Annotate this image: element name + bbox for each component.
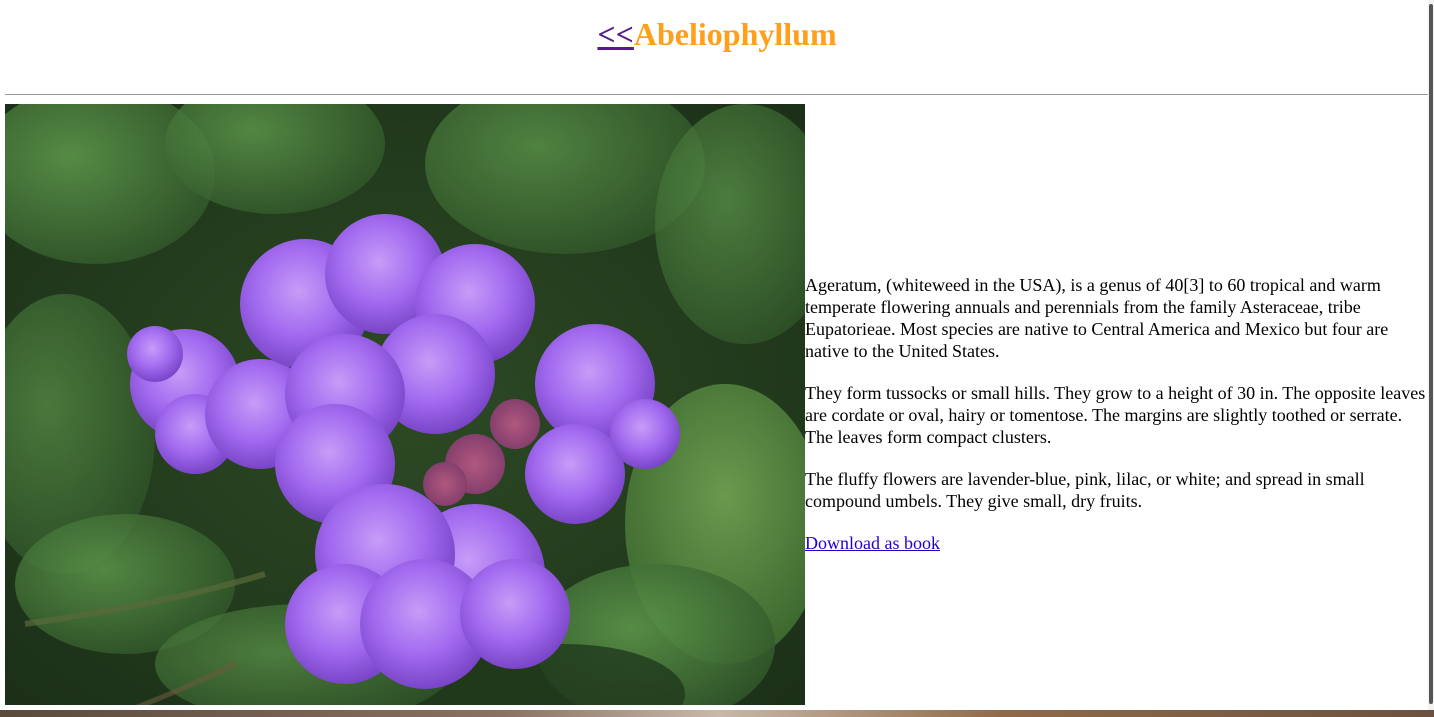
vertical-scrollbar[interactable] [1428, 0, 1434, 710]
bottom-strip [0, 710, 1434, 717]
paragraph-flowers: The fluffy flowers are lavender-blue, pi… [805, 469, 1365, 511]
description: Ageratum, (whiteweed in the USA), is a g… [805, 274, 1430, 554]
back-link[interactable]: << [597, 16, 633, 52]
page-header: <<Abeliophyllum [0, 14, 1434, 54]
page: <<Abeliophyllum Ageratum, (whiteweed in … [0, 0, 1434, 717]
page-title: Abeliophyllum [633, 16, 837, 52]
flower-image [5, 104, 805, 705]
flower-photo-illustration [5, 104, 805, 705]
scrollbar-thumb[interactable] [1429, 4, 1433, 704]
horizontal-rule [5, 94, 1429, 95]
paragraph-form: They form tussocks or small hills. They … [805, 383, 1426, 447]
paragraph-intro: Ageratum, (whiteweed in the USA), is a g… [805, 275, 1389, 361]
download-link[interactable]: Download as book [805, 533, 940, 553]
